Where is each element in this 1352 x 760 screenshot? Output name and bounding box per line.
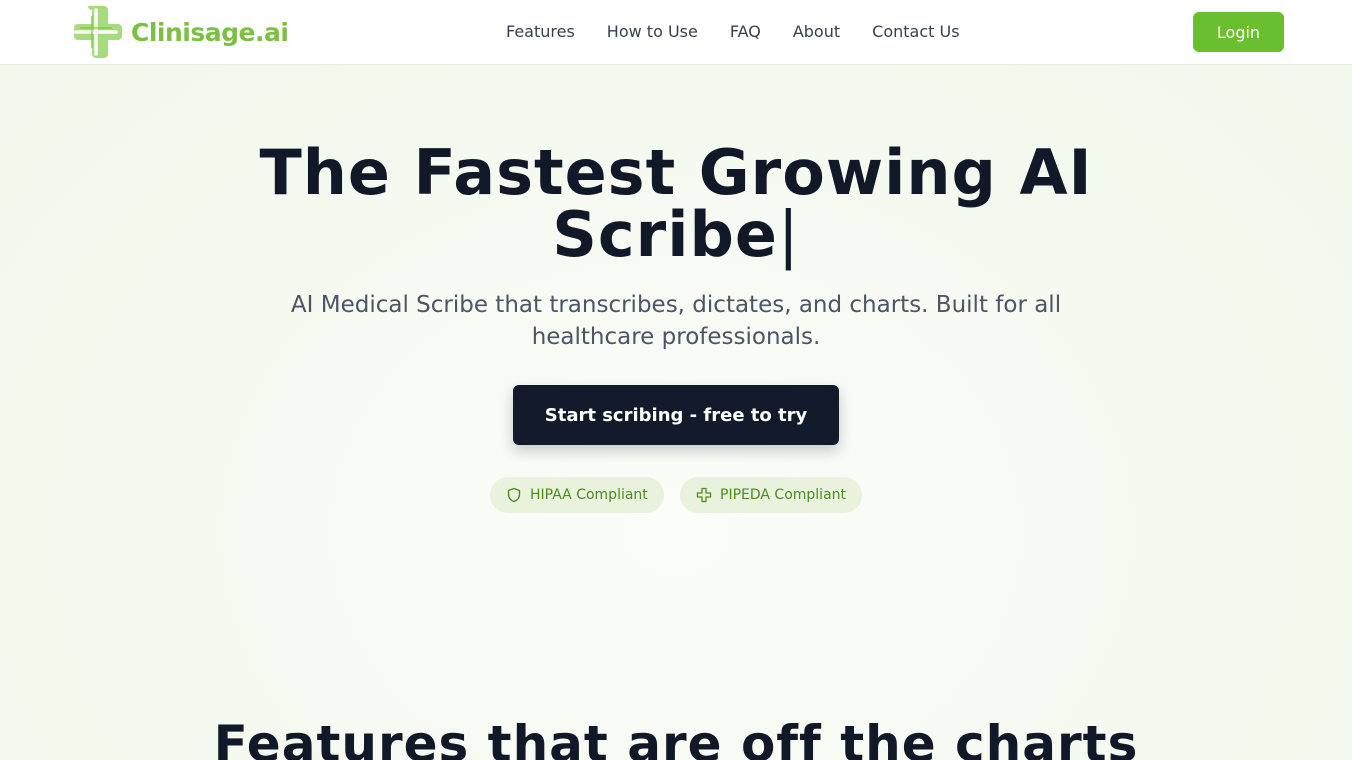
pipeda-badge: PIPEDA Compliant <box>680 477 862 513</box>
hero-title: The Fastest Growing AI Scribe| <box>176 142 1176 266</box>
nav-features[interactable]: Features <box>490 0 591 64</box>
nav-faq[interactable]: FAQ <box>714 0 777 64</box>
page: Clinisage.ai Features How to Use FAQ Abo… <box>0 0 1352 760</box>
hipaa-badge-label: HIPAA Compliant <box>530 487 648 503</box>
main-nav: Features How to Use FAQ About Contact Us <box>490 0 976 64</box>
nav-how-to-use[interactable]: How to Use <box>591 0 714 64</box>
logo-link[interactable]: Clinisage.ai <box>68 4 289 60</box>
hero-subtitle: AI Medical Scribe that transcribes, dict… <box>290 292 1062 350</box>
hipaa-badge: HIPAA Compliant <box>490 477 664 513</box>
logo-cross-icon <box>74 6 122 58</box>
site-header: Clinisage.ai Features How to Use FAQ Abo… <box>0 0 1352 65</box>
logo-text: Clinisage.ai <box>131 17 289 47</box>
medical-cross-icon <box>696 487 712 503</box>
features-heading: Features that are off the charts <box>213 715 1139 760</box>
nav-about[interactable]: About <box>777 0 856 64</box>
typing-cursor: | <box>777 198 800 271</box>
pipeda-badge-label: PIPEDA Compliant <box>720 487 847 503</box>
login-button[interactable]: Login <box>1193 12 1284 52</box>
hero-title-text: The Fastest Growing AI Scribe <box>259 136 1093 271</box>
shield-icon <box>507 487 521 503</box>
start-scribing-button[interactable]: Start scribing - free to try <box>513 385 839 445</box>
nav-contact-us[interactable]: Contact Us <box>856 0 975 64</box>
